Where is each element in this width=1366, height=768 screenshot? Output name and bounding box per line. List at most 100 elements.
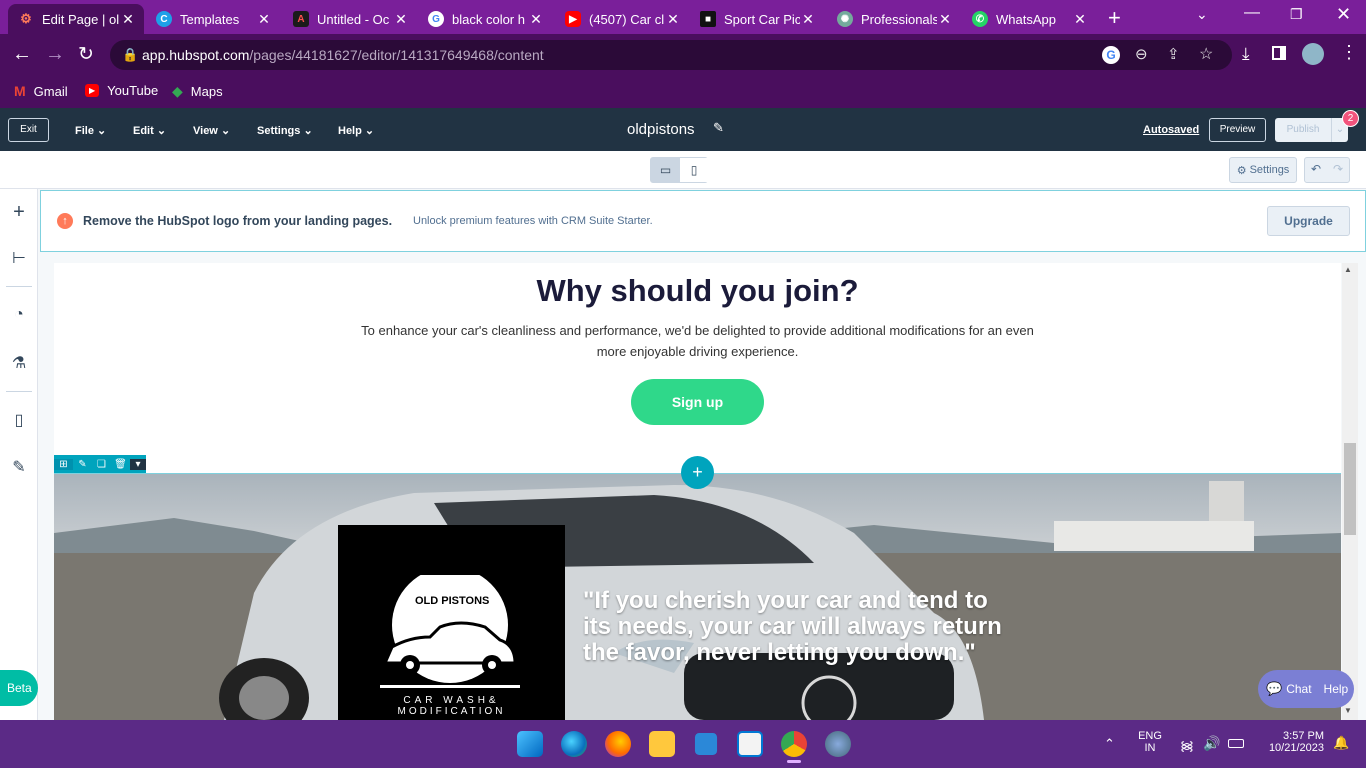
editor-subtoolbar: ▭ ▯ ⚙ Settings ↶ ↷ xyxy=(0,151,1366,189)
brush-icon[interactable]: ✎ xyxy=(9,457,29,477)
scrollbar-thumb[interactable] xyxy=(1344,443,1356,535)
beta-tab[interactable]: Beta xyxy=(0,670,38,706)
upgrade-button[interactable]: Upgrade xyxy=(1267,206,1350,236)
restore-icon[interactable]: ❐ xyxy=(1290,6,1303,23)
redo-icon[interactable]: ↷ xyxy=(1333,162,1343,176)
reload-icon[interactable]: ↻ xyxy=(78,43,94,66)
tab-professionals[interactable]: ✺ Professionals ✕ xyxy=(827,4,961,34)
signup-button[interactable]: Sign up xyxy=(631,379,764,425)
layers-icon[interactable]: ⊢ xyxy=(9,248,29,268)
zoom-icon[interactable]: ⊖ xyxy=(1135,45,1148,63)
tab-whatsapp[interactable]: ✆ WhatsApp ✕ xyxy=(962,4,1096,34)
download-icon[interactable]: ⤓ xyxy=(1242,44,1250,64)
scrollbar-track[interactable]: ▲ ▼ xyxy=(1342,263,1358,720)
publish-button[interactable]: Publish xyxy=(1275,118,1331,142)
page-icon[interactable]: ▯ xyxy=(9,410,29,430)
close-tab-icon[interactable]: ✕ xyxy=(120,11,136,28)
menu-label: Help xyxy=(338,125,362,137)
preview-button[interactable]: Preview xyxy=(1209,118,1266,142)
tab-edit-page[interactable]: ⚙ Edit Page | ol ✕ xyxy=(8,4,144,34)
more-dropdown-icon[interactable]: ▾ xyxy=(130,458,146,470)
clock[interactable]: 3:57 PM 10/21/2023 xyxy=(1258,730,1324,754)
battery-icon[interactable] xyxy=(1228,739,1244,748)
old-pistons-logo xyxy=(380,575,520,688)
tab-sport-car[interactable]: ■ Sport Car Pic ✕ xyxy=(690,4,824,34)
language-indicator[interactable]: ENG IN xyxy=(1138,730,1162,754)
share-icon[interactable]: ⇪ xyxy=(1167,45,1180,63)
tab-title: Templates xyxy=(180,11,240,27)
exit-button[interactable]: Exit xyxy=(8,118,49,142)
add-module-icon[interactable]: + xyxy=(9,201,29,223)
firefox-icon[interactable] xyxy=(605,731,631,757)
autosaved-link[interactable]: Autosaved xyxy=(1143,124,1199,136)
menu-settings[interactable]: Settings ⌄ xyxy=(257,124,313,137)
tab-templates[interactable]: C Templates ✕ xyxy=(146,4,280,34)
hero-section[interactable]: OLD PISTONS CAR WASH& MODIFICATION "If y… xyxy=(54,473,1341,720)
close-tab-icon[interactable]: ✕ xyxy=(665,11,681,28)
close-tab-icon[interactable]: ✕ xyxy=(528,11,544,28)
desktop-view-icon[interactable]: ▭ xyxy=(651,158,680,182)
back-icon[interactable]: ← xyxy=(12,43,32,66)
close-tab-icon[interactable]: ✕ xyxy=(393,11,409,28)
bookmark-label: YouTube xyxy=(107,83,159,98)
hero-quote[interactable]: "If you cherish your car and tend to its… xyxy=(583,588,1003,666)
close-window-icon[interactable]: ✕ xyxy=(1336,4,1351,25)
edge-icon[interactable] xyxy=(561,731,587,757)
whiteboard-icon[interactable] xyxy=(694,732,718,756)
forward-icon[interactable]: → xyxy=(45,43,65,66)
chrome-profile-icon[interactable] xyxy=(825,731,851,757)
start-icon[interactable] xyxy=(517,731,543,757)
profile-avatar[interactable] xyxy=(1302,43,1324,65)
bookmarks-bar: M Gmail ▶ YouTube ◆ Maps xyxy=(0,76,1366,108)
undo-icon[interactable]: ↶ xyxy=(1311,162,1321,176)
url-bar[interactable]: 🔒 app.hubspot.com/pages/44181627/editor/… xyxy=(110,40,1232,70)
mobile-view-icon[interactable]: ▯ xyxy=(680,158,708,182)
side-panel-icon[interactable] xyxy=(1272,46,1286,60)
menu-view[interactable]: View ⌄ xyxy=(193,124,230,137)
close-tab-icon[interactable]: ✕ xyxy=(1072,11,1088,28)
menu-help[interactable]: Help ⌄ xyxy=(338,124,374,137)
bookmark-star-icon[interactable]: ☆ xyxy=(1199,44,1213,64)
scroll-down-icon[interactable]: ▼ xyxy=(1344,706,1352,715)
volume-icon[interactable]: 🔊 xyxy=(1203,735,1220,752)
optimize-icon[interactable]: ◔ xyxy=(9,306,29,326)
minimize-icon[interactable]: — xyxy=(1244,4,1260,22)
close-tab-icon[interactable]: ✕ xyxy=(937,11,953,28)
wifi-icon[interactable]: ᯼ xyxy=(1180,736,1194,754)
tray-expand-icon[interactable]: ⌃ xyxy=(1104,736,1115,752)
file-explorer-icon[interactable] xyxy=(649,731,675,757)
bookmark-gmail[interactable]: M Gmail xyxy=(14,83,68,99)
add-section-button[interactable]: + xyxy=(681,456,714,489)
bookmark-youtube[interactable]: ▶ YouTube xyxy=(85,83,158,98)
close-tab-icon[interactable]: ✕ xyxy=(256,11,272,28)
google-lens-icon[interactable]: G xyxy=(1102,46,1120,64)
new-tab-icon[interactable]: + xyxy=(1108,5,1121,31)
section-heading[interactable]: Why should you join? xyxy=(54,273,1341,309)
section-body[interactable]: To enhance your car's cleanliness and pe… xyxy=(345,320,1050,362)
menu-edit[interactable]: Edit ⌄ xyxy=(133,124,166,137)
chrome-menu-icon[interactable]: ⋮ xyxy=(1340,42,1358,63)
tab-youtube-car[interactable]: ▶ (4507) Car cl ✕ xyxy=(555,4,689,34)
settings-button[interactable]: ⚙ Settings xyxy=(1229,157,1297,183)
tab-search-icon[interactable]: ⌄ xyxy=(1196,6,1208,23)
duplicate-icon[interactable]: ❏ xyxy=(92,459,111,470)
tab-untitled[interactable]: A Untitled - Oc ✕ xyxy=(283,4,417,34)
store-icon[interactable] xyxy=(737,731,763,757)
test-flask-icon[interactable]: ⚗ xyxy=(9,353,29,373)
menu-file[interactable]: File ⌄ xyxy=(75,124,106,137)
bookmark-maps[interactable]: ◆ Maps xyxy=(172,83,223,100)
delete-icon[interactable]: 🗑 xyxy=(111,459,130,470)
chat-button[interactable]: Chat xyxy=(1286,682,1311,696)
scroll-up-icon[interactable]: ▲ xyxy=(1344,265,1352,274)
close-tab-icon[interactable]: ✕ xyxy=(800,11,816,28)
chrome-icon[interactable] xyxy=(781,731,807,757)
page-name[interactable]: oldpistons xyxy=(627,121,695,138)
tab-black-color[interactable]: G black color h ✕ xyxy=(418,4,552,34)
edit-pencil-icon[interactable]: ✎ xyxy=(73,459,92,470)
layout-icon[interactable]: ⊞ xyxy=(54,458,73,470)
edit-name-icon[interactable]: ✎ xyxy=(713,120,724,136)
chevron-down-icon: ⌄ xyxy=(220,125,231,137)
google-icon: G xyxy=(428,11,444,27)
notifications-icon[interactable]: 🔔 xyxy=(1333,735,1349,751)
help-button[interactable]: Help xyxy=(1324,682,1349,696)
